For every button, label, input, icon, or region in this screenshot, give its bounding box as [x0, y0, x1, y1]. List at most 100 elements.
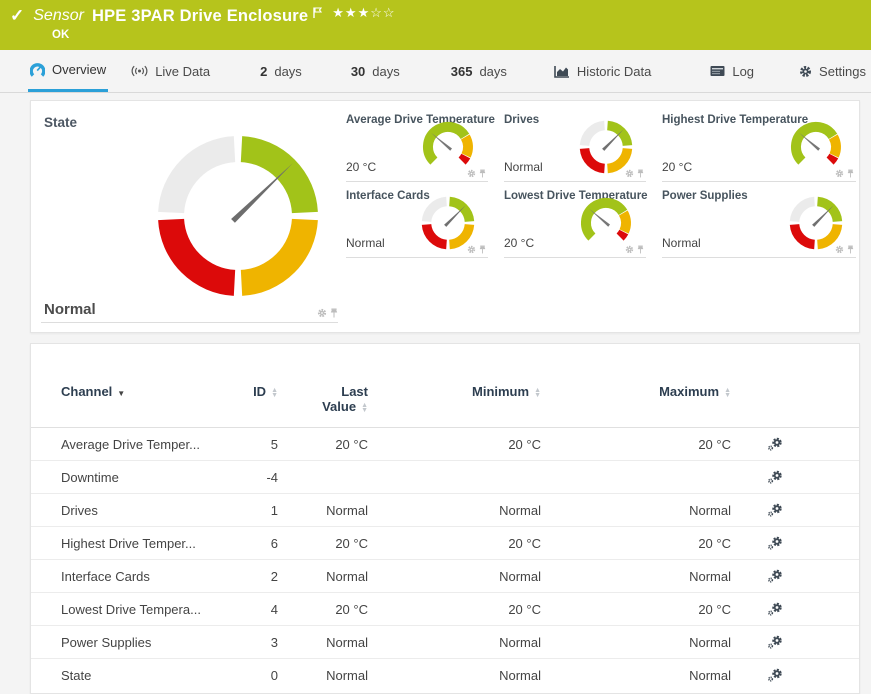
channel-settings-icon[interactable]	[766, 470, 859, 485]
channel-maximum: Normal	[541, 560, 731, 593]
gear-icon[interactable]	[625, 169, 634, 178]
channel-link[interactable]: Drives	[61, 503, 98, 518]
gauge-tile-average-drive-temperature[interactable]: Average Drive Temperature 20 °C	[346, 106, 488, 182]
channel-last-value: Normal	[278, 494, 368, 527]
channel-minimum: Normal	[368, 626, 541, 659]
state-gauge[interactable]	[158, 136, 318, 296]
gauge-tile-lowest-drive-temperature[interactable]: Lowest Drive Temperature 20 °C	[504, 182, 646, 258]
gear-icon[interactable]	[467, 245, 476, 254]
pin-icon[interactable]	[847, 245, 854, 254]
channel-table-panel: Channel▼ ID▲▼ LastValue▲▼ Minimum▲▼ Maxi…	[30, 343, 860, 694]
channel-minimum: Normal	[368, 494, 541, 527]
channel-link[interactable]: State	[61, 668, 91, 683]
column-header-minimum[interactable]: Minimum▲▼	[368, 370, 541, 428]
channel-id: 2	[221, 560, 278, 593]
channel-link[interactable]: Interface Cards	[61, 569, 150, 584]
channel-last-value: Normal	[278, 659, 368, 692]
gear-icon[interactable]	[467, 169, 476, 178]
channel-settings-icon[interactable]	[766, 635, 859, 650]
channel-last-value: 20 °C	[278, 428, 368, 461]
channel-settings-icon[interactable]	[766, 569, 859, 584]
tab-log[interactable]: Log	[708, 50, 756, 92]
sort-toggle-icon: ▲▼	[724, 388, 731, 398]
pin-icon[interactable]	[847, 169, 854, 178]
column-header-id[interactable]: ID▲▼	[221, 370, 278, 428]
priority-stars[interactable]: ★★★☆☆	[332, 5, 395, 21]
tab-2-days[interactable]: 2 days	[258, 50, 304, 92]
tab-settings[interactable]: Settings	[797, 50, 868, 92]
sensor-title: HPE 3PAR Drive Enclosure	[92, 7, 308, 26]
gear-icon[interactable]	[625, 245, 634, 254]
table-row: State 0 Normal Normal Normal	[31, 659, 859, 692]
channel-id: 5	[221, 428, 278, 461]
channel-id: 3	[221, 626, 278, 659]
gear-icon[interactable]	[835, 169, 844, 178]
channel-minimum: 20 °C	[368, 527, 541, 560]
table-row: Highest Drive Temper... 6 20 °C 20 °C 20…	[31, 527, 859, 560]
temperature-gauge-icon	[789, 120, 843, 174]
channel-link[interactable]: Power Supplies	[61, 635, 151, 650]
column-header-last-value[interactable]: LastValue▲▼	[278, 370, 368, 428]
channel-maximum: 20 °C	[541, 428, 731, 461]
channel-link[interactable]: Average Drive Temper...	[61, 437, 200, 452]
column-header-channel[interactable]: Channel▼	[31, 370, 221, 428]
gauge-tile-drives[interactable]: Drives Normal	[504, 106, 646, 182]
channel-maximum: 20 °C	[541, 527, 731, 560]
tab-overview[interactable]: Overview	[28, 50, 108, 92]
channel-minimum	[368, 461, 541, 494]
sensor-status-text: OK	[52, 29, 861, 41]
table-row: Downtime -4	[31, 461, 859, 494]
channel-id: -4	[221, 461, 278, 494]
channel-settings-icon[interactable]	[766, 437, 859, 452]
pin-icon[interactable]	[479, 245, 486, 254]
sort-toggle-icon: ▲▼	[271, 388, 278, 398]
channel-link[interactable]: Highest Drive Temper...	[61, 536, 196, 551]
status-gauge-icon	[789, 196, 843, 250]
channel-minimum: Normal	[368, 659, 541, 692]
channel-last-value: 20 °C	[278, 527, 368, 560]
historic-data-icon	[554, 65, 570, 78]
flag-icon[interactable]	[313, 7, 322, 18]
pin-icon[interactable]	[330, 308, 338, 318]
status-gauge-icon	[421, 196, 475, 250]
gauge-tile-power-supplies[interactable]: Power Supplies Normal	[662, 182, 856, 258]
channel-maximum: Normal	[541, 626, 731, 659]
channel-settings-icon[interactable]	[766, 668, 859, 683]
gear-icon[interactable]	[317, 308, 327, 318]
gear-icon	[799, 65, 812, 78]
channel-settings-icon[interactable]	[766, 503, 859, 518]
table-row: Power Supplies 3 Normal Normal Normal	[31, 626, 859, 659]
status-gauge-icon	[579, 120, 633, 174]
channel-last-value: Normal	[278, 560, 368, 593]
channel-maximum: Normal	[541, 659, 731, 692]
column-header-maximum[interactable]: Maximum▲▼	[541, 370, 731, 428]
tab-live-data[interactable]: Live Data	[129, 50, 212, 92]
pin-icon[interactable]	[479, 169, 486, 178]
live-data-icon	[131, 65, 148, 77]
table-row: Drives 1 Normal Normal Normal	[31, 494, 859, 527]
channel-table: Channel▼ ID▲▼ LastValue▲▼ Minimum▲▼ Maxi…	[31, 370, 859, 692]
channel-settings-icon[interactable]	[766, 602, 859, 617]
divider	[41, 322, 338, 323]
pin-icon[interactable]	[637, 169, 644, 178]
channel-id: 1	[221, 494, 278, 527]
channel-settings-icon[interactable]	[766, 536, 859, 551]
mini-gauge-grid: Average Drive Temperature 20 °C Drives	[346, 106, 858, 258]
tab-30-days[interactable]: 30 days	[349, 50, 402, 92]
gear-icon[interactable]	[835, 245, 844, 254]
tab-365-days[interactable]: 365 days	[449, 50, 509, 92]
channel-id: 0	[221, 659, 278, 692]
channel-last-value	[278, 461, 368, 494]
table-row: Lowest Drive Tempera... 4 20 °C 20 °C 20…	[31, 593, 859, 626]
channel-link[interactable]: Lowest Drive Tempera...	[61, 602, 201, 617]
state-gauge-value: Normal	[44, 301, 96, 318]
pin-icon[interactable]	[637, 245, 644, 254]
gauge-tile-highest-drive-temperature[interactable]: Highest Drive Temperature 20 °C	[662, 106, 856, 182]
tab-historic-data[interactable]: Historic Data	[552, 50, 653, 92]
status-check-icon: ✓	[10, 6, 24, 26]
gauge-tile-interface-cards[interactable]: Interface Cards Normal	[346, 182, 488, 258]
channel-maximum: 20 °C	[541, 593, 731, 626]
channel-maximum: Normal	[541, 494, 731, 527]
channel-link[interactable]: Downtime	[61, 470, 119, 485]
channel-minimum: 20 °C	[368, 593, 541, 626]
